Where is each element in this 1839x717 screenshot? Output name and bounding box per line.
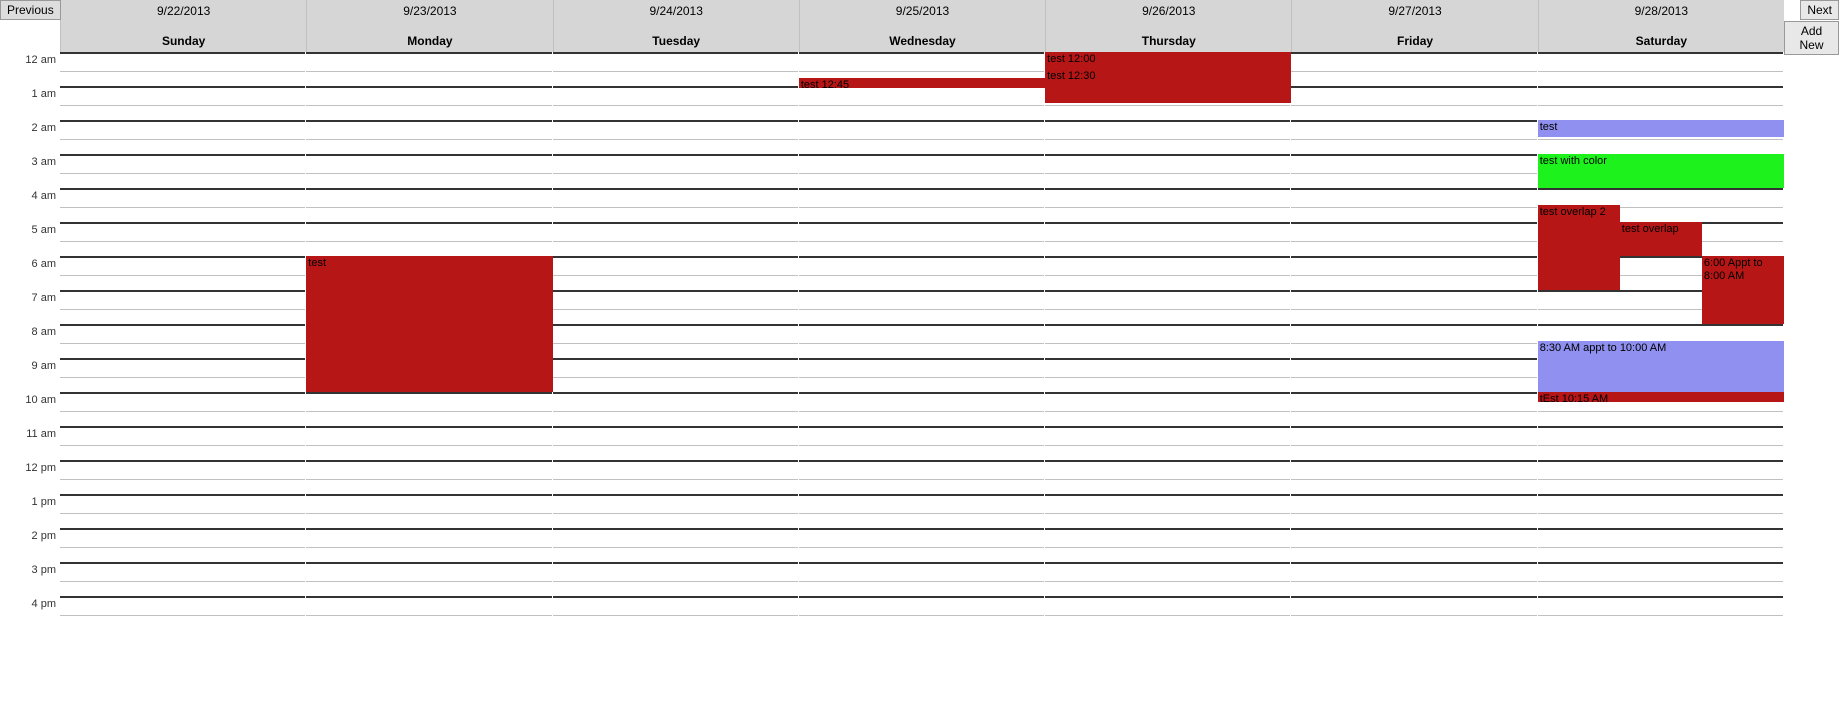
calendar-grid[interactable]: test test 12:45test 12:00test 12:30 test te… bbox=[60, 52, 1784, 717]
day-dow: Saturday bbox=[1636, 34, 1687, 48]
day-date: 9/22/2013 bbox=[157, 4, 210, 18]
calendar-event[interactable]: 6:00 Appt to 8:00 AM bbox=[1702, 256, 1784, 324]
day-date: 9/23/2013 bbox=[403, 4, 456, 18]
time-label: 4 pm bbox=[0, 596, 60, 630]
day-header[interactable]: 9/22/2013 Sunday bbox=[60, 0, 306, 52]
time-label: 7 am bbox=[0, 290, 60, 324]
time-label: 3 pm bbox=[0, 562, 60, 596]
week-header: 9/22/2013 Sunday 9/23/2013 Monday 9/24/2… bbox=[60, 0, 1784, 52]
day-header[interactable]: 9/23/2013 Monday bbox=[306, 0, 552, 52]
day-header[interactable]: 9/25/2013 Wednesday bbox=[799, 0, 1045, 52]
time-label: 1 pm bbox=[0, 494, 60, 528]
time-label: 5 am bbox=[0, 222, 60, 256]
time-label: 12 am bbox=[0, 52, 60, 86]
day-date: 9/28/2013 bbox=[1635, 4, 1688, 18]
calendar-event[interactable]: test bbox=[306, 256, 552, 392]
time-label: 11 am bbox=[0, 426, 60, 460]
time-label: 9 am bbox=[0, 358, 60, 392]
day-header[interactable]: 9/24/2013 Tuesday bbox=[553, 0, 799, 52]
day-date: 9/24/2013 bbox=[650, 4, 703, 18]
day-date: 9/25/2013 bbox=[896, 4, 949, 18]
calendar-event[interactable]: test 12:00 bbox=[1045, 52, 1291, 69]
time-label: 8 am bbox=[0, 324, 60, 358]
day-dow: Sunday bbox=[162, 34, 205, 48]
next-button[interactable]: Next bbox=[1800, 0, 1839, 20]
calendar-event[interactable]: test overlap bbox=[1620, 222, 1702, 256]
calendar-event[interactable]: test 12:30 bbox=[1045, 69, 1291, 103]
time-label: 4 am bbox=[0, 188, 60, 222]
time-label: 1 am bbox=[0, 86, 60, 120]
day-dow: Thursday bbox=[1142, 34, 1196, 48]
day-header[interactable]: 9/28/2013 Saturday bbox=[1538, 0, 1784, 52]
time-label: 2 am bbox=[0, 120, 60, 154]
calendar-event[interactable]: tEst 10:15 AM bbox=[1538, 392, 1784, 402]
calendar-event[interactable]: test 12:45 bbox=[799, 78, 1045, 88]
day-dow: Friday bbox=[1397, 34, 1433, 48]
time-column: 12 am 1 am 2 am 3 am 4 am 5 am 6 am 7 am… bbox=[0, 52, 60, 630]
time-label: 12 pm bbox=[0, 460, 60, 494]
day-date: 9/27/2013 bbox=[1388, 4, 1441, 18]
day-header[interactable]: 9/27/2013 Friday bbox=[1291, 0, 1537, 52]
time-label: 3 am bbox=[0, 154, 60, 188]
day-date: 9/26/2013 bbox=[1142, 4, 1195, 18]
calendar-event[interactable]: test overlap 2 bbox=[1538, 205, 1620, 290]
calendar-event[interactable]: test with color bbox=[1538, 154, 1784, 188]
previous-button[interactable]: Previous bbox=[0, 0, 61, 20]
calendar-event[interactable]: 8:30 AM appt to 10:00 AM bbox=[1538, 341, 1784, 392]
time-label: 2 pm bbox=[0, 528, 60, 562]
time-label: 10 am bbox=[0, 392, 60, 426]
calendar-event[interactable]: test bbox=[1538, 120, 1784, 137]
day-header[interactable]: 9/26/2013 Thursday bbox=[1045, 0, 1291, 52]
add-new-button[interactable]: Add New bbox=[1784, 21, 1839, 55]
time-label: 6 am bbox=[0, 256, 60, 290]
day-dow: Monday bbox=[407, 34, 452, 48]
day-dow: Tuesday bbox=[652, 34, 700, 48]
day-dow: Wednesday bbox=[889, 34, 955, 48]
